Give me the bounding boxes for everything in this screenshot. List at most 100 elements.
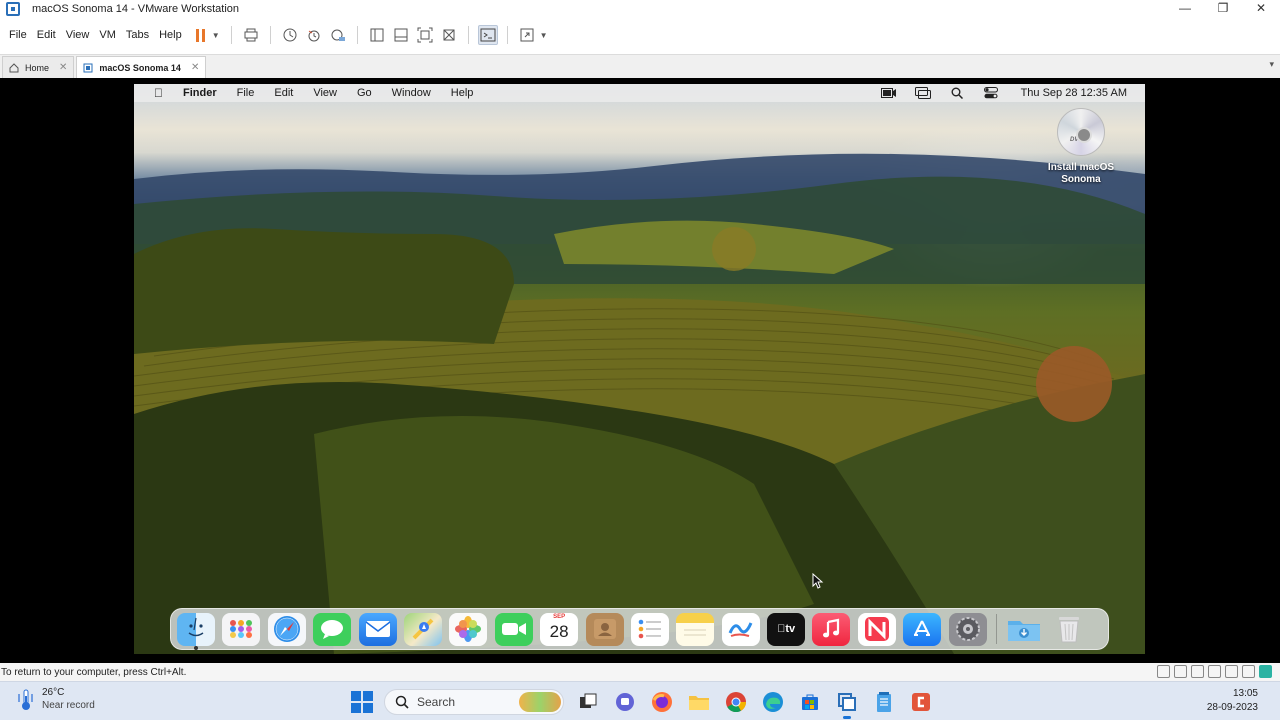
mac-menu-edit[interactable]: Edit (274, 87, 293, 99)
window-title: macOS Sonoma 14 - VMware Workstation (32, 3, 240, 15)
dvd-disc-label: DVD (1070, 137, 1083, 143)
file-explorer-icon[interactable] (686, 689, 712, 715)
spotlight-search-icon[interactable] (949, 87, 965, 99)
mac-menu-help[interactable]: Help (451, 87, 474, 99)
reminders-icon[interactable] (630, 612, 669, 646)
launchpad-icon[interactable] (222, 612, 261, 646)
mac-menu-file[interactable]: File (237, 87, 255, 99)
control-center-icon[interactable] (983, 87, 999, 99)
toolbar-divider (269, 26, 271, 44)
cd-dvd-icon[interactable] (1174, 665, 1187, 678)
taskbar-search[interactable]: Search (384, 688, 564, 715)
tab-macos-sonoma[interactable]: macOS Sonoma 14 ✕ (76, 56, 207, 78)
music-icon[interactable] (812, 612, 851, 646)
dvd-name: Install macOS Sonoma (1031, 162, 1131, 186)
calendar-month: SEP (553, 613, 566, 620)
unity-mode-icon[interactable] (439, 25, 459, 45)
install-macos-dvd[interactable]: DVD Install macOS Sonoma (1031, 108, 1131, 186)
office-app-icon[interactable] (908, 689, 934, 715)
app-store-icon[interactable] (903, 612, 942, 646)
release-hint: To return to your computer, press Ctrl+A… (1, 666, 187, 678)
stretch-guest-icon[interactable] (517, 25, 537, 45)
chrome-icon[interactable] (723, 689, 749, 715)
dvd-name-line2: Sonoma (1061, 174, 1101, 185)
system-settings-icon[interactable] (948, 612, 987, 646)
macos-status-area: Thu Sep 28 12:35 AM (880, 84, 1127, 102)
calendar-icon[interactable]: SEP 28 (540, 612, 579, 646)
thumbnail-bar-icon[interactable] (391, 25, 411, 45)
weather-widget[interactable]: 26°C Near record (16, 687, 95, 713)
menubar-clock[interactable]: Thu Sep 28 12:35 AM (1021, 87, 1127, 99)
console-view-icon[interactable] (477, 25, 498, 45)
pause-vm-button[interactable] (191, 25, 211, 45)
photos-icon[interactable] (449, 612, 488, 646)
contacts-icon[interactable] (585, 612, 624, 646)
stretch-dropdown-icon[interactable]: ▼ (540, 31, 548, 40)
tab-home[interactable]: Home ✕ (2, 56, 75, 78)
menu-tabs[interactable]: Tabs (121, 29, 154, 41)
macos-desktop[interactable]:  Finder File Edit View Go Window Help T… (134, 84, 1145, 654)
safari-icon[interactable] (267, 612, 306, 646)
firefox-icon[interactable] (649, 689, 675, 715)
system-clock[interactable]: 13:05 28-09-2023 (1207, 687, 1258, 715)
mail-icon[interactable] (358, 612, 397, 646)
microsoft-store-icon[interactable] (797, 689, 823, 715)
menu-help[interactable]: Help (154, 29, 187, 41)
snapshot-icon[interactable] (280, 25, 300, 45)
finder-icon[interactable] (177, 612, 215, 646)
menu-view[interactable]: View (61, 29, 95, 41)
mac-menu-window[interactable]: Window (392, 87, 431, 99)
macos-menubar:  Finder File Edit View Go Window Help T… (134, 84, 1145, 102)
device-status-icons (1157, 665, 1272, 678)
vmware-workstation-icon[interactable] (834, 689, 860, 719)
hard-disk-icon[interactable] (1157, 665, 1170, 678)
tab-home-label: Home (25, 62, 50, 73)
send-ctrl-alt-del-icon[interactable] (241, 25, 261, 45)
edge-icon[interactable] (760, 689, 786, 715)
messages-icon[interactable] (313, 612, 352, 646)
menu-finder[interactable]: Finder (183, 87, 217, 99)
menu-file[interactable]: File (0, 29, 32, 41)
display-icon[interactable] (1242, 665, 1255, 678)
revert-snapshot-icon[interactable] (304, 25, 324, 45)
mouse-pointer-icon (812, 573, 824, 589)
snapshot-manager-icon[interactable] (328, 25, 348, 45)
search-placeholder: Search (417, 694, 456, 709)
dvd-name-line1: Install macOS (1047, 162, 1115, 173)
thermometer-icon (18, 689, 33, 710)
trash-icon[interactable] (1050, 613, 1088, 646)
full-screen-icon[interactable] (415, 25, 435, 45)
apple-logo-icon[interactable]:  (154, 86, 163, 100)
screen-recording-icon[interactable] (880, 87, 897, 99)
restore-button[interactable]: ❐ (1204, 0, 1242, 18)
notepad-icon[interactable] (871, 689, 897, 715)
mac-menu-go[interactable]: Go (357, 87, 372, 99)
show-library-icon[interactable] (367, 25, 387, 45)
teams-chat-icon[interactable] (612, 689, 638, 715)
tab-macos-sonoma-close-icon[interactable]: ✕ (191, 62, 199, 73)
mirroring-icon[interactable] (914, 87, 931, 99)
apple-tv-icon[interactable]: tv (767, 612, 806, 646)
minimize-button[interactable]: — (1166, 0, 1204, 18)
usb-icon[interactable] (1208, 665, 1221, 678)
maps-icon[interactable] (403, 612, 442, 646)
pause-dropdown-icon[interactable]: ▼ (212, 31, 220, 40)
menu-edit[interactable]: Edit (32, 29, 61, 41)
taskbar-center: Search (350, 686, 934, 719)
freeform-icon[interactable] (721, 612, 760, 646)
dvd-disc-icon: DVD (1057, 108, 1105, 156)
network-adapter-icon[interactable] (1191, 665, 1204, 678)
windows-start-icon[interactable] (350, 690, 374, 714)
notes-icon[interactable] (676, 612, 715, 646)
menu-vm[interactable]: VM (94, 29, 121, 41)
news-icon[interactable] (857, 612, 896, 646)
tab-home-close-icon[interactable]: ✕ (59, 62, 67, 73)
facetime-icon[interactable] (494, 612, 533, 646)
downloads-folder-icon[interactable] (1005, 613, 1043, 646)
close-button[interactable]: ✕ (1242, 0, 1280, 18)
task-view-icon[interactable] (575, 689, 601, 715)
sound-card-icon[interactable] (1225, 665, 1238, 678)
messages-status-icon[interactable] (1259, 665, 1272, 678)
mac-menu-view[interactable]: View (313, 87, 337, 99)
tab-list-chevron-icon[interactable]: ▾ (1269, 59, 1274, 70)
